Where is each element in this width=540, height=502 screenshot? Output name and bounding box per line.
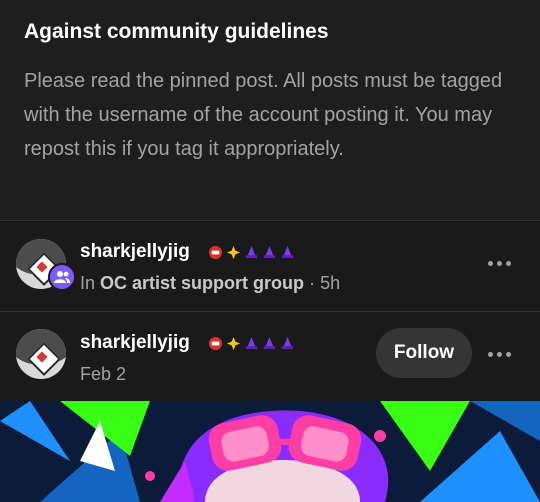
purple-witch-badge-icon xyxy=(281,336,294,350)
purple-witch-badge-icon xyxy=(263,336,276,350)
separator: · xyxy=(309,273,316,293)
post-image[interactable] xyxy=(0,401,540,502)
username-link[interactable]: sharkjellyjig xyxy=(80,241,190,263)
avatar[interactable] xyxy=(16,329,66,379)
user-badges xyxy=(208,336,295,351)
group-link[interactable]: OC artist support group xyxy=(100,273,304,293)
purple-witch-badge-icon xyxy=(245,245,258,259)
yellow-sparkle-badge-icon xyxy=(226,245,241,260)
user-badges xyxy=(208,245,295,260)
reblog-context: In OC artist support group · 5h xyxy=(80,273,340,294)
notice-title: Against community guidelines xyxy=(24,20,329,43)
group-people-icon xyxy=(48,263,76,291)
purple-witch-badge-icon xyxy=(245,336,258,350)
red-medal-badge-icon xyxy=(208,336,223,351)
more-dots-icon[interactable] xyxy=(488,350,514,358)
artwork-illustration xyxy=(0,401,540,502)
username-link[interactable]: sharkjellyjig xyxy=(80,332,190,354)
yellow-sparkle-badge-icon xyxy=(226,336,241,351)
notice-body: Please read the pinned post. All posts m… xyxy=(24,70,503,160)
reblog-header: sharkjellyjig In OC artist support group… xyxy=(0,221,540,311)
post-date: Feb 2 xyxy=(80,364,127,384)
post-age: 5h xyxy=(320,273,341,293)
more-dots-icon[interactable] xyxy=(488,259,514,267)
in-label: In xyxy=(80,273,96,293)
red-medal-badge-icon xyxy=(208,245,223,260)
follow-button[interactable]: Follow xyxy=(376,328,472,378)
purple-witch-badge-icon xyxy=(281,245,294,259)
purple-witch-badge-icon xyxy=(263,245,276,259)
guidelines-notice: Against community guidelines Please read… xyxy=(0,0,540,220)
